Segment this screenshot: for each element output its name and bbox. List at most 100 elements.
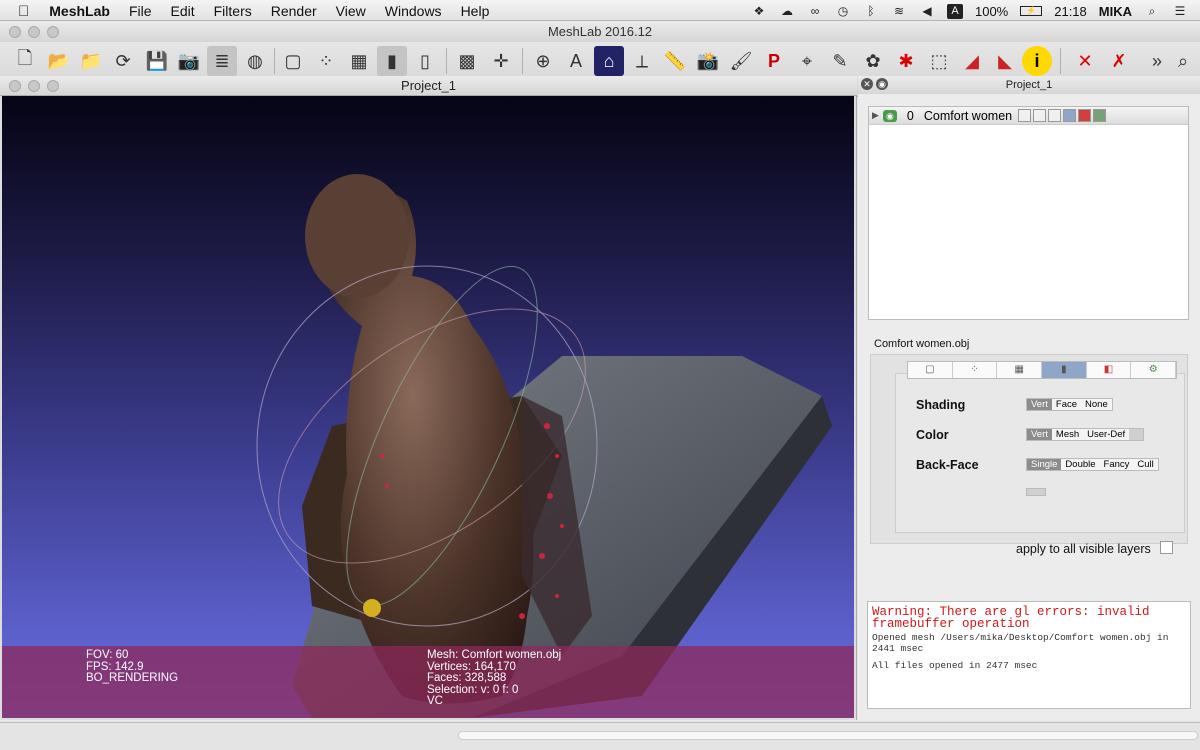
new-project-icon[interactable]: 🗋 bbox=[10, 46, 40, 76]
layer-bbox-icon[interactable] bbox=[1018, 109, 1032, 122]
delete-all-icon[interactable]: ✗ bbox=[1104, 46, 1134, 76]
delete-selection-icon[interactable]: ✕ bbox=[1070, 46, 1100, 76]
menu-meshlab[interactable]: MeshLab bbox=[49, 3, 110, 19]
menu-file[interactable]: File bbox=[129, 3, 152, 19]
log-output[interactable]: Warning: There are gl errors: invalid fr… bbox=[867, 601, 1191, 709]
shading-face-option[interactable]: Face bbox=[1052, 399, 1081, 410]
layers-icon[interactable]: ≣ bbox=[207, 46, 237, 76]
user-name[interactable]: MIKA bbox=[1099, 4, 1132, 19]
minimize-window-button[interactable] bbox=[28, 26, 40, 38]
open-project-icon[interactable]: 📁 bbox=[76, 46, 106, 76]
keyboard-input-icon[interactable]: A bbox=[946, 3, 963, 19]
layer-list[interactable]: ▶ ◉ 0 Comfort women bbox=[868, 106, 1189, 320]
tab-points-icon[interactable]: ⁘ bbox=[953, 362, 998, 378]
volume-icon[interactable]: ◀ bbox=[919, 4, 935, 18]
color-vert-option[interactable]: Vert bbox=[1027, 429, 1052, 440]
mesh-render[interactable] bbox=[2, 96, 854, 718]
museum-icon[interactable]: ⌂ bbox=[594, 46, 624, 76]
apply-all-checkbox[interactable] bbox=[1160, 541, 1173, 554]
wifi-icon[interactable]: ≋ bbox=[891, 4, 907, 18]
paint-brush-icon[interactable]: 🖌 bbox=[726, 46, 756, 76]
points-icon[interactable]: ⁘ bbox=[311, 46, 341, 76]
tab-options-icon[interactable]: ⚙ bbox=[1131, 362, 1177, 378]
color-segmented[interactable]: Vert Mesh User-Def bbox=[1026, 428, 1145, 441]
layer-points-icon[interactable] bbox=[1033, 109, 1047, 122]
backface-single-option[interactable]: Single bbox=[1027, 459, 1062, 470]
trackball-icon[interactable]: ⊕ bbox=[528, 46, 558, 76]
color-userdef-option[interactable]: User-Def bbox=[1083, 429, 1129, 440]
close-window-button[interactable] bbox=[9, 26, 21, 38]
zoom-window-button[interactable] bbox=[47, 26, 59, 38]
battery-icon[interactable]: ⚡ bbox=[1020, 6, 1043, 16]
georef-icon[interactable]: ✱ bbox=[891, 46, 921, 76]
info-icon[interactable]: i bbox=[1022, 46, 1052, 76]
shading-none-option[interactable]: None bbox=[1081, 399, 1112, 410]
eye-icon[interactable]: ◉ bbox=[882, 109, 897, 122]
axes-icon[interactable]: ✛ bbox=[486, 46, 516, 76]
layer-options-icon[interactable] bbox=[1093, 109, 1107, 122]
backface-fancy-option[interactable]: Fancy bbox=[1100, 459, 1134, 470]
menu-help[interactable]: Help bbox=[461, 3, 490, 19]
dropbox-icon[interactable]: ❖ bbox=[751, 4, 767, 18]
globe-icon[interactable]: ◍ bbox=[240, 46, 270, 76]
wireframe-icon[interactable]: ▦ bbox=[344, 46, 374, 76]
bluetooth-icon[interactable]: ᛒ bbox=[863, 4, 879, 18]
horizontal-scrollbar[interactable] bbox=[458, 731, 1198, 740]
raster-alignment-icon[interactable]: 📸 bbox=[693, 46, 723, 76]
render-tabs[interactable]: ▢ ⁘ ▦ ▮ ◧ ⚙ bbox=[907, 361, 1177, 379]
ruler-icon[interactable]: 📏 bbox=[660, 46, 690, 76]
menu-edit[interactable]: Edit bbox=[171, 3, 195, 19]
smooth-shading-icon[interactable]: ▯ bbox=[410, 46, 440, 76]
shading-segmented[interactable]: Vert Face None bbox=[1026, 398, 1113, 411]
flat-shading-icon[interactable]: ▮ bbox=[377, 46, 407, 76]
menu-render[interactable]: Render bbox=[271, 3, 317, 19]
reload-icon[interactable]: ⟳ bbox=[108, 46, 138, 76]
layer-wire-icon[interactable] bbox=[1048, 109, 1062, 122]
bbox-icon[interactable]: ▢ bbox=[278, 46, 308, 76]
shading-vert-option[interactable]: Vert bbox=[1027, 399, 1052, 410]
select-faces-icon[interactable]: ◢ bbox=[957, 46, 987, 76]
save-icon[interactable]: 💾 bbox=[142, 46, 172, 76]
color-mesh-option[interactable]: Mesh bbox=[1052, 429, 1083, 440]
mutual-correspondences-icon[interactable]: ✿ bbox=[858, 46, 888, 76]
pick-points-icon[interactable]: ⌖ bbox=[792, 46, 822, 76]
import-mesh-icon[interactable]: 📂 bbox=[44, 46, 74, 76]
panel-float-icon[interactable]: ◉ bbox=[876, 78, 888, 90]
select-vertices-icon[interactable]: ⬚ bbox=[924, 46, 954, 76]
cloud-icon[interactable]: ☁ bbox=[779, 4, 795, 18]
layer-name[interactable]: Comfort women bbox=[924, 109, 1012, 123]
color-swatch[interactable] bbox=[1129, 429, 1144, 440]
subwindow-minimize-button[interactable] bbox=[28, 80, 40, 92]
panel-close-icon[interactable]: ✕ bbox=[861, 78, 873, 90]
tab-fill-icon[interactable]: ▮ bbox=[1042, 362, 1087, 378]
menu-windows[interactable]: Windows bbox=[385, 3, 442, 19]
time-machine-icon[interactable]: ◷ bbox=[835, 4, 851, 18]
clock[interactable]: 21:18 bbox=[1054, 4, 1087, 19]
snapshot-icon[interactable]: 📷 bbox=[174, 46, 204, 76]
3d-viewport[interactable]: FOV: 60 FPS: 142.9 BO_RENDERING Mesh: Co… bbox=[2, 96, 854, 718]
layer-row[interactable]: ▶ ◉ 0 Comfort women bbox=[869, 107, 1188, 125]
layer-flat-icon[interactable] bbox=[1063, 109, 1077, 122]
pp-icon[interactable]: P bbox=[759, 46, 789, 76]
measure-tool-icon[interactable]: ✎ bbox=[825, 46, 855, 76]
creative-cloud-icon[interactable]: ∞ bbox=[807, 4, 823, 18]
select-connected-icon[interactable]: ◣ bbox=[990, 46, 1020, 76]
backface-double-option[interactable]: Double bbox=[1061, 459, 1099, 470]
subwindow-close-button[interactable] bbox=[9, 80, 21, 92]
backface-segmented[interactable]: Single Double Fancy Cull bbox=[1026, 458, 1159, 471]
menu-filters[interactable]: Filters bbox=[214, 3, 252, 19]
mesh-grid-icon[interactable]: ▩ bbox=[452, 46, 482, 76]
extra-button[interactable] bbox=[1026, 488, 1046, 496]
annotation-icon[interactable]: A bbox=[561, 46, 591, 76]
tab-wire-icon[interactable]: ▦ bbox=[997, 362, 1043, 378]
subwindow-zoom-button[interactable] bbox=[47, 80, 59, 92]
menu-view[interactable]: View bbox=[336, 3, 366, 19]
spotlight-search-icon[interactable]: ⌕ bbox=[1144, 4, 1160, 18]
tab-texture-icon[interactable]: ◧ bbox=[1087, 362, 1132, 378]
expand-arrow-icon[interactable]: ▶ bbox=[872, 110, 879, 121]
tab-bbox-icon[interactable]: ▢ bbox=[908, 362, 953, 378]
frame-axes-icon[interactable]: ⟂ bbox=[627, 46, 657, 76]
layer-texture-icon[interactable] bbox=[1078, 109, 1092, 122]
notification-center-icon[interactable]: ☰ bbox=[1172, 4, 1188, 18]
backface-cull-option[interactable]: Cull bbox=[1133, 459, 1157, 470]
